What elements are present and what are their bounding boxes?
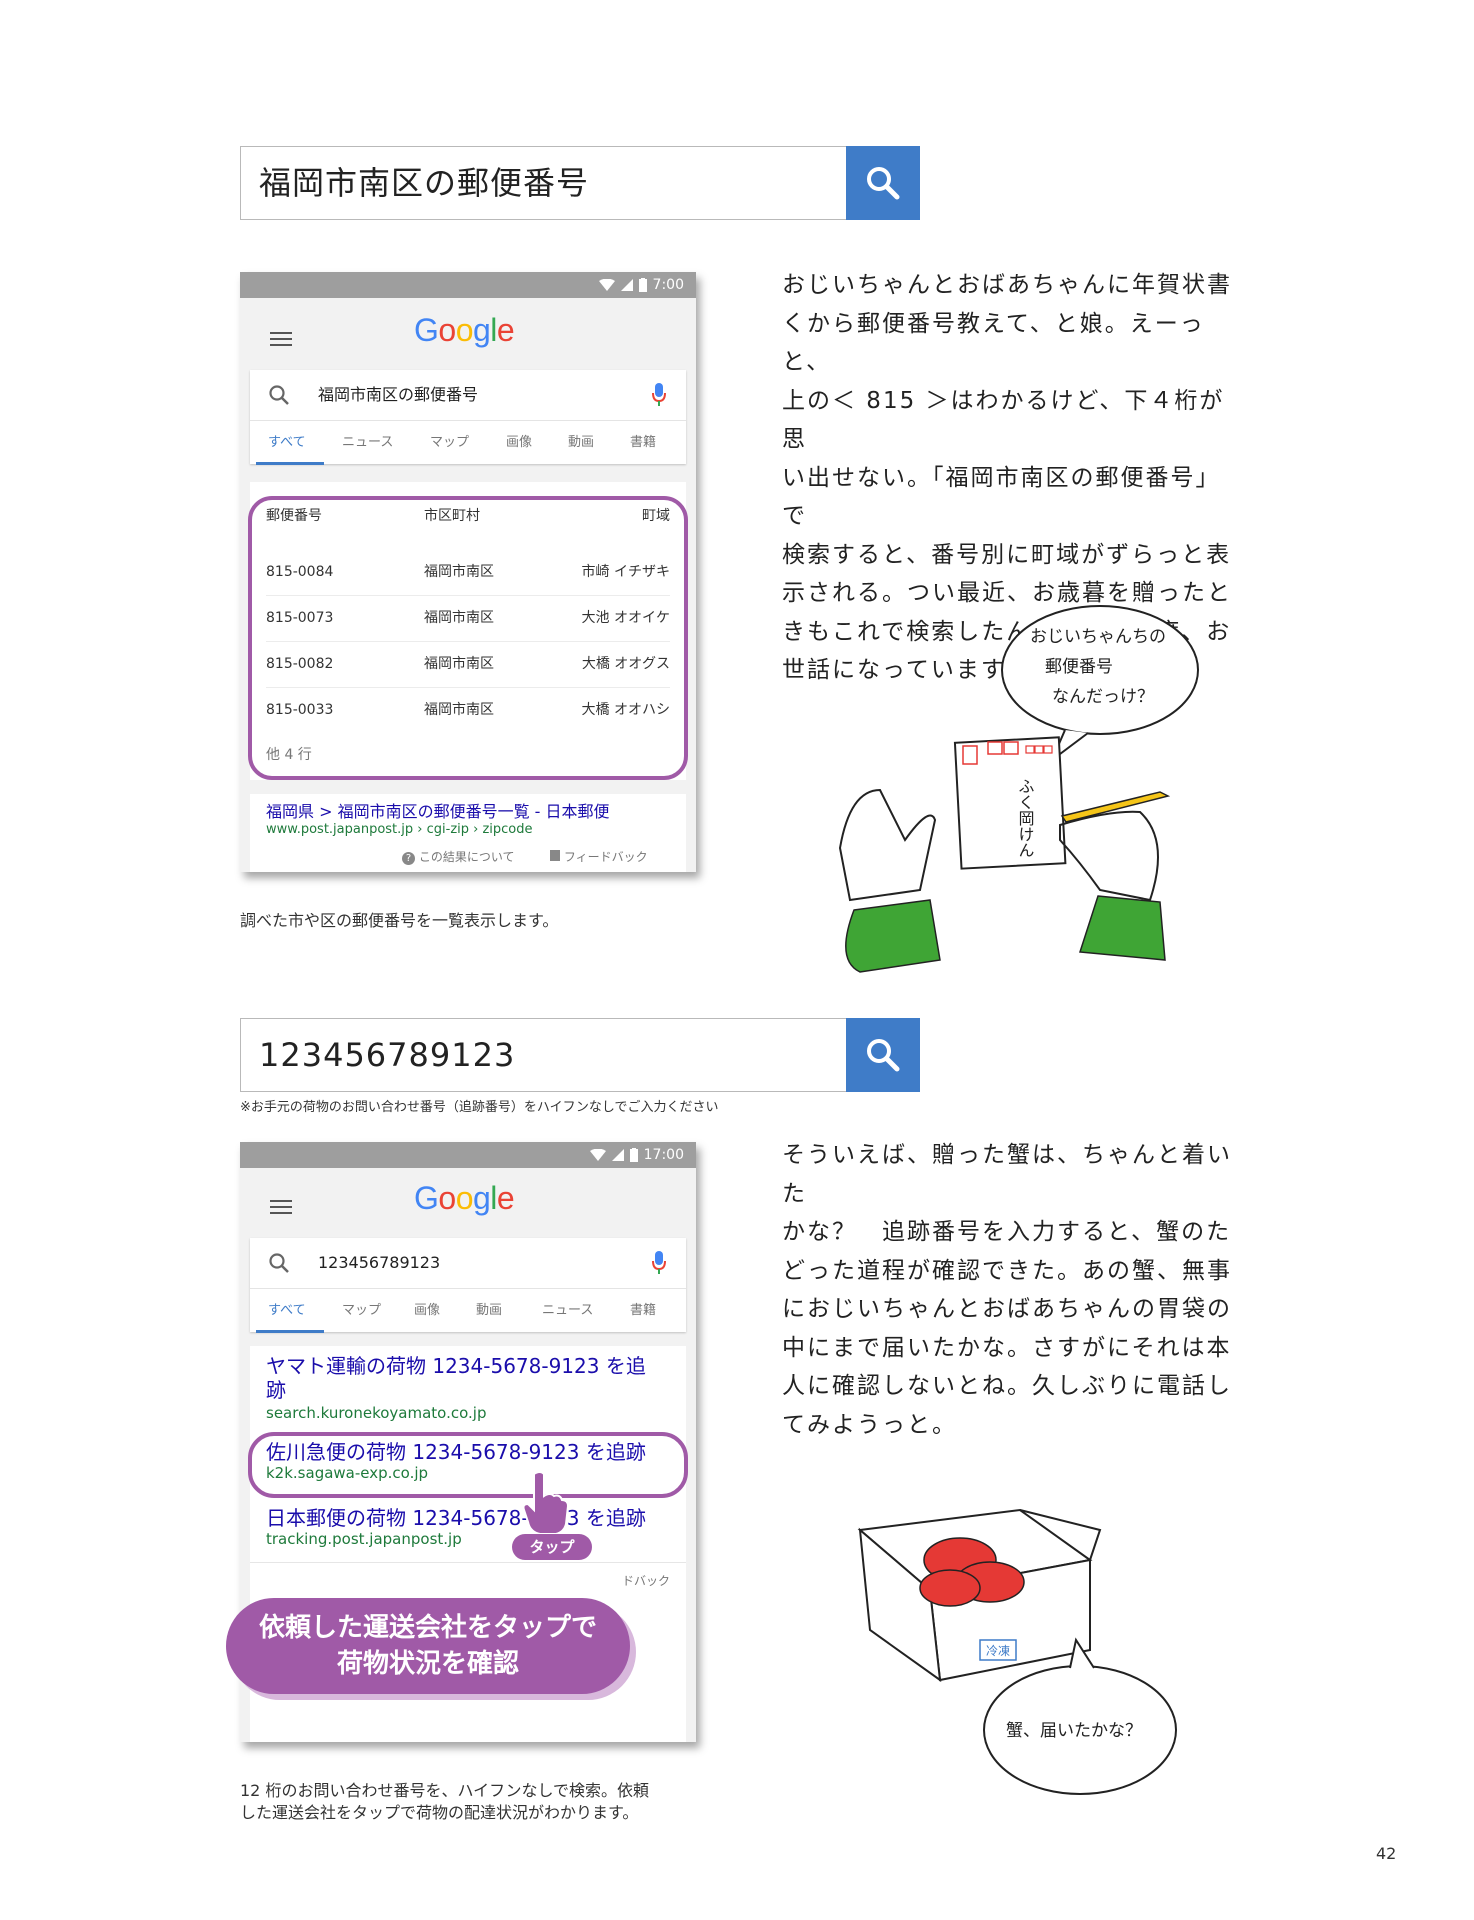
phone-search-box[interactable]: 123456789123 <box>250 1238 686 1289</box>
signal-icon <box>620 279 633 291</box>
tab-bar: すべて マップ 画像 動画 ニュース 書籍 <box>250 1289 686 1333</box>
tab-maps[interactable]: マップ <box>430 421 469 465</box>
search-card: 福岡市南区の郵便番号 すべて ニュース マップ 画像 動画 書籍 <box>250 370 686 465</box>
wifi-icon <box>598 279 615 291</box>
postcard-address: ふく岡けん <box>1016 778 1035 858</box>
tab-books[interactable]: 書籍 <box>630 421 656 465</box>
caption-2: 12 桁のお問い合わせ番号を、ハイフンなしで検索。依頼 した運送会社をタップで荷… <box>240 1781 649 1822</box>
tab-images[interactable]: 画像 <box>506 421 532 465</box>
right-sleeve <box>1079 895 1166 961</box>
search-button-1[interactable] <box>846 146 920 220</box>
tap-hand-icon <box>522 1471 570 1535</box>
battery-icon <box>629 1148 638 1162</box>
search-bar-2[interactable]: 123456789123 <box>240 1018 920 1092</box>
svg-text:冷凍: 冷凍 <box>986 1644 1010 1658</box>
search-query-1[interactable]: 福岡市南区の郵便番号 <box>259 147 589 219</box>
tab-bar: すべて ニュース マップ 画像 動画 書籍 <box>250 421 686 465</box>
tab-videos[interactable]: 動画 <box>476 1289 502 1333</box>
body-text-2: そういえば、贈った蟹は、ちゃんと着いた かな？ 追跡番号を入力すると、蟹のた どった… <box>782 1142 1232 1438</box>
search-card: 123456789123 すべて マップ 画像 動画 ニュース 書籍 <box>250 1238 686 1333</box>
tab-videos[interactable]: 動画 <box>568 421 594 465</box>
postcard <box>953 736 1067 870</box>
status-time: 17:00 <box>643 1147 684 1163</box>
result-url: tracking.post.japanpost.jp <box>266 1530 462 1548</box>
callout-bubble: 依頼した運送会社をタップで 荷物状況を確認 <box>226 1598 630 1694</box>
google-logo: Google <box>414 1180 515 1216</box>
result-url: www.post.japanpost.jp › cgi-zip › zipcod… <box>266 822 533 837</box>
phone-screenshot-1: 7:00 Google 福岡市南区の郵便番号 すべて ニュース マップ 画像 動… <box>240 272 696 872</box>
battery-icon <box>638 278 647 292</box>
status-bar: 17:00 <box>240 1142 696 1168</box>
bubble-line-3: なんだっけ？ <box>1052 687 1154 707</box>
tab-images[interactable]: 画像 <box>414 1289 440 1333</box>
tab-news[interactable]: ニュース <box>542 1289 593 1333</box>
feedback-link[interactable]: フィードバック <box>550 848 648 865</box>
signal-icon <box>611 1149 624 1161</box>
illustration-crab-box: 冷凍 蟹、届いたかな？ <box>857 1508 1177 1795</box>
about-result[interactable]: ? この結果について <box>402 848 514 865</box>
search-note: ※お手元の荷物のお問い合わせ番号（追跡番号）をハイフンなしでご入力ください <box>240 1100 719 1115</box>
search-result: 福岡県 > 福岡市南区の郵便番号一覧 - 日本郵便 www.post.japan… <box>250 794 686 872</box>
search-query-2[interactable]: 123456789123 <box>259 1019 515 1091</box>
left-sleeve <box>845 899 941 973</box>
google-logo: Google <box>414 312 515 348</box>
search-icon <box>867 167 900 200</box>
tab-news[interactable]: ニュース <box>342 421 393 465</box>
highlight-frame <box>248 496 688 780</box>
phone-search-query[interactable]: 福岡市南区の郵便番号 <box>318 370 478 420</box>
menu-icon[interactable] <box>270 328 292 350</box>
tap-badge: タップ <box>512 1534 592 1560</box>
tab-maps[interactable]: マップ <box>342 1289 381 1333</box>
result-japanpost[interactable]: 日本郵便の荷物 1234-5678-9123 を追跡 <box>266 1502 646 1531</box>
info-icon: ? <box>402 852 415 865</box>
result-title[interactable]: 福岡県 > 福岡市南区の郵便番号一覧 - 日本郵便 <box>266 798 610 822</box>
status-bar: 7:00 <box>240 272 696 298</box>
status-time: 7:00 <box>652 277 684 293</box>
phone-search-box[interactable]: 福岡市南区の郵便番号 <box>250 370 686 421</box>
crab <box>919 1569 981 1607</box>
pencil <box>1060 791 1171 823</box>
bubble-text: 蟹、届いたかな？ <box>1006 1721 1142 1741</box>
highlight-frame <box>248 1432 688 1498</box>
illustration-hands-card: おじいちゃんちの 郵便番号 なんだっけ？ ふく岡けん <box>838 605 1199 973</box>
bubble-line-1: おじいちゃんちの <box>1030 627 1166 647</box>
mic-icon[interactable] <box>652 1251 666 1275</box>
feedback-link[interactable]: ドバック <box>622 1572 670 1589</box>
tab-books[interactable]: 書籍 <box>630 1289 656 1333</box>
tab-all[interactable]: すべて <box>268 421 306 465</box>
phone-search-query[interactable]: 123456789123 <box>318 1238 440 1288</box>
menu-icon[interactable] <box>270 1196 292 1218</box>
search-icon <box>867 1039 900 1072</box>
mic-icon[interactable] <box>652 383 666 407</box>
search-button-2[interactable] <box>846 1018 920 1092</box>
page-number: 42 <box>1376 1844 1397 1863</box>
search-icon <box>269 385 289 405</box>
active-tab-indicator <box>256 462 324 465</box>
wifi-icon <box>589 1149 606 1161</box>
search-icon <box>269 1253 289 1273</box>
result-url: search.kuronekoyamato.co.jp <box>266 1404 487 1422</box>
caption-1: 調べた市や区の郵便番号を一覧表示します。 <box>240 911 559 930</box>
result-yamato[interactable]: ヤマト運輸の荷物 1234-5678-9123 を追 跡 <box>266 1354 646 1402</box>
tab-all[interactable]: すべて <box>268 1289 306 1333</box>
search-bar-1[interactable]: 福岡市南区の郵便番号 <box>240 146 920 220</box>
bubble-line-2: 郵便番号 <box>1045 657 1113 677</box>
active-tab-indicator <box>256 1330 324 1333</box>
feedback-icon <box>550 850 560 861</box>
